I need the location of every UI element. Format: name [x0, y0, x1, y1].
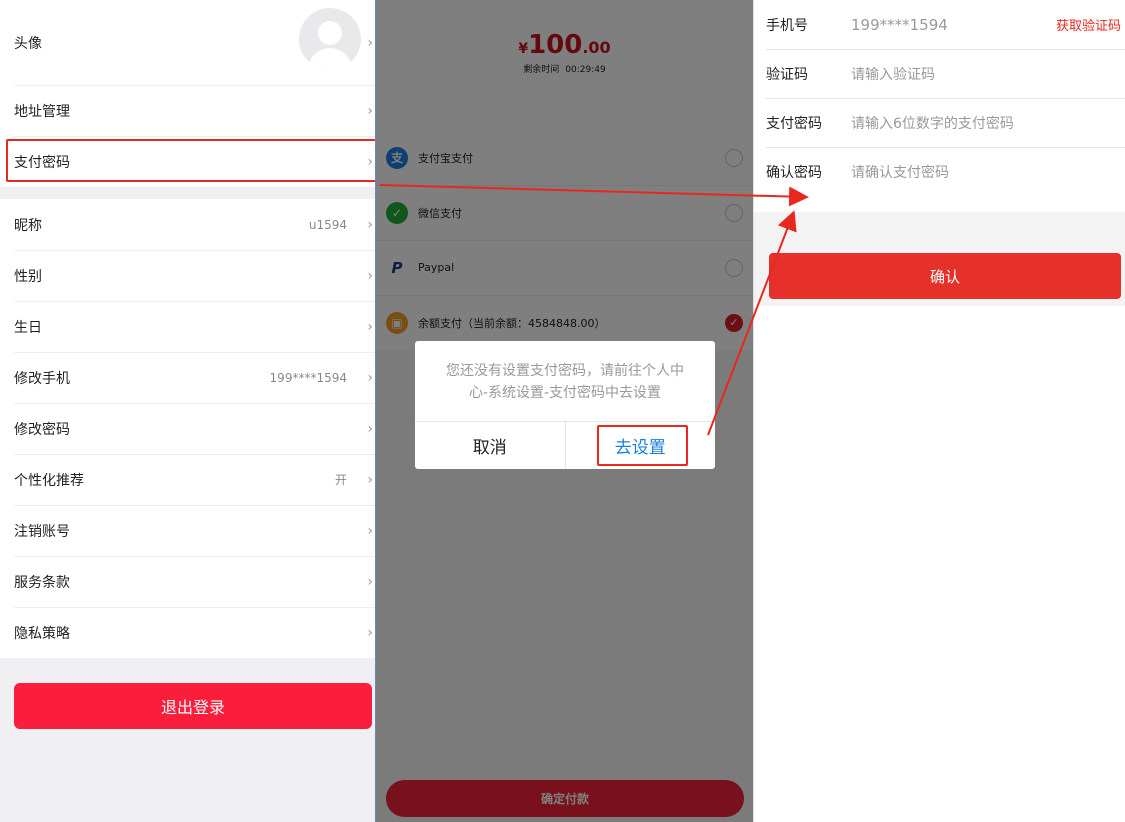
- dialog-message: 您还没有设置支付密码，请前往个人中心-系统设置-支付密码中去设置: [446, 363, 684, 401]
- pay-password-field-label: 支付密码: [766, 116, 822, 132]
- phone-label: 手机号: [766, 17, 808, 34]
- chevron-right-icon: ›: [367, 369, 373, 386]
- address-label: 地址管理: [14, 103, 70, 120]
- phone-value: 199****1594: [851, 15, 948, 34]
- code-label: 验证码: [766, 67, 808, 83]
- nickname-row[interactable]: 昵称 u1594 ›: [0, 199, 375, 250]
- dialog-cancel-button[interactable]: 取消: [415, 422, 566, 469]
- highlight-box: [597, 425, 688, 466]
- avatar: [299, 8, 361, 70]
- chevron-right-icon: ›: [367, 102, 373, 119]
- terms-row[interactable]: 服务条款 ›: [0, 556, 375, 607]
- address-row[interactable]: 地址管理 ›: [0, 85, 375, 136]
- settings-panel: 头像 › 地址管理 › 支付密码 › 昵称 u1594 › 性别 › 生日 › …: [0, 0, 380, 822]
- gender-label: 性别: [14, 268, 42, 285]
- pay-password-input[interactable]: 请输入6位数字的支付密码: [851, 113, 1014, 133]
- cancel-account-row[interactable]: 注销账号 ›: [0, 505, 375, 556]
- privacy-row[interactable]: 隐私策略 ›: [0, 607, 375, 658]
- pay-password-field-row[interactable]: 支付密码 请输入6位数字的支付密码: [766, 98, 1125, 147]
- birthday-label: 生日: [14, 319, 42, 336]
- code-row[interactable]: 验证码 请输入验证码: [766, 49, 1125, 98]
- set-password-panel: 手机号 199****1594 获取验证码 验证码 请输入验证码 支付密码 请输…: [753, 0, 1125, 822]
- recommend-value: 开: [334, 473, 347, 487]
- logout-button[interactable]: 退出登录: [14, 683, 372, 729]
- avatar-label: 头像: [14, 35, 42, 52]
- chevron-right-icon: ›: [367, 420, 373, 437]
- chevron-right-icon: ›: [367, 34, 373, 51]
- password-form: 手机号 199****1594 获取验证码 验证码 请输入验证码 支付密码 请输…: [754, 0, 1125, 196]
- chevron-right-icon: ›: [367, 573, 373, 590]
- change-phone-label: 修改手机: [14, 370, 70, 387]
- settings-group-profile: 昵称 u1594 › 性别 › 生日 › 修改手机 199****1594 › …: [0, 199, 375, 658]
- phone-row: 手机号 199****1594 获取验证码: [766, 0, 1125, 49]
- chevron-right-icon: ›: [367, 471, 373, 488]
- chevron-right-icon: ›: [367, 267, 373, 284]
- confirm-password-row[interactable]: 确认密码 请确认支付密码: [766, 147, 1125, 196]
- avatar-row[interactable]: 头像 ›: [0, 0, 375, 85]
- chevron-right-icon: ›: [367, 318, 373, 335]
- recommend-row[interactable]: 个性化推荐 开 ›: [0, 454, 375, 505]
- nickname-label: 昵称: [14, 217, 42, 234]
- terms-label: 服务条款: [14, 574, 70, 591]
- get-code-button[interactable]: 获取验证码: [1056, 15, 1121, 34]
- change-phone-row[interactable]: 修改手机 199****1594 ›: [0, 352, 375, 403]
- chevron-right-icon: ›: [367, 624, 373, 641]
- confirm-button[interactable]: 确认: [769, 253, 1121, 299]
- nickname-value: u1594: [308, 217, 347, 232]
- change-password-label: 修改密码: [14, 421, 70, 438]
- recommend-label: 个性化推荐: [14, 472, 84, 489]
- highlight-box: [6, 139, 380, 182]
- gender-row[interactable]: 性别 ›: [0, 250, 375, 301]
- privacy-label: 隐私策略: [14, 625, 70, 642]
- chevron-right-icon: ›: [367, 522, 373, 539]
- confirm-password-label: 确认密码: [766, 165, 822, 181]
- change-phone-value: 199****1594: [269, 370, 347, 385]
- cancel-account-label: 注销账号: [14, 523, 70, 540]
- birthday-row[interactable]: 生日 ›: [0, 301, 375, 352]
- change-password-row[interactable]: 修改密码 ›: [0, 403, 375, 454]
- chevron-right-icon: ›: [367, 216, 373, 233]
- code-input[interactable]: 请输入验证码: [851, 64, 935, 84]
- confirm-password-input[interactable]: 请确认支付密码: [851, 162, 949, 182]
- payment-panel: ¥100.00 剩余时间00:29:49 支 支付宝支付 ✓ 微信支付 P Pa…: [375, 0, 754, 822]
